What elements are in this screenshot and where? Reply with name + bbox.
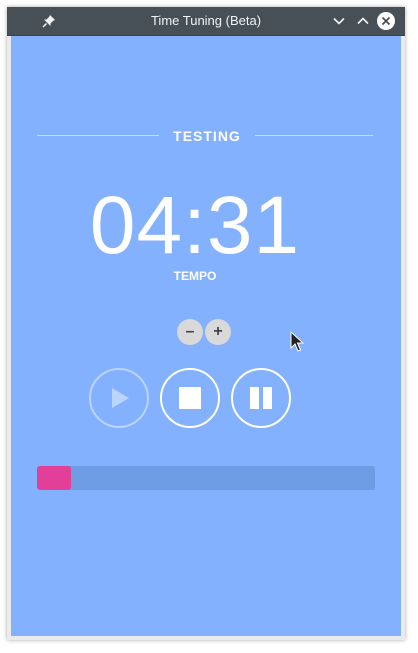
chevron-up-icon[interactable]	[353, 11, 373, 31]
pause-button[interactable]	[231, 368, 291, 428]
section-header: TESTING	[37, 126, 373, 146]
decrease-button[interactable]: –	[177, 319, 203, 345]
time-sublabel: TEMPO	[173, 269, 217, 283]
progress-fill	[37, 466, 71, 490]
pin-icon[interactable]	[39, 11, 59, 31]
timer-panel: TESTING 04:31 TEMPO – +	[11, 36, 401, 636]
progress-bar	[37, 466, 375, 490]
app-window: Time Tuning (Beta) TESTING 04:31 TEMPO –…	[7, 7, 405, 640]
stop-icon	[179, 387, 201, 409]
section-label: TESTING	[173, 128, 241, 144]
play-button[interactable]	[89, 368, 149, 428]
time-display: 04:31	[89, 180, 301, 271]
increase-label: +	[213, 323, 223, 340]
stop-button[interactable]	[160, 368, 220, 428]
title-bar[interactable]: Time Tuning (Beta)	[7, 7, 405, 36]
chevron-down-icon[interactable]	[329, 11, 349, 31]
mouse-cursor-icon	[290, 331, 304, 352]
pause-icon	[250, 387, 272, 409]
play-icon	[112, 388, 129, 408]
divider-line	[255, 135, 373, 136]
divider-line	[37, 135, 159, 136]
decrease-label: –	[185, 323, 195, 340]
increase-button[interactable]: +	[205, 319, 231, 345]
close-icon[interactable]	[376, 11, 396, 31]
